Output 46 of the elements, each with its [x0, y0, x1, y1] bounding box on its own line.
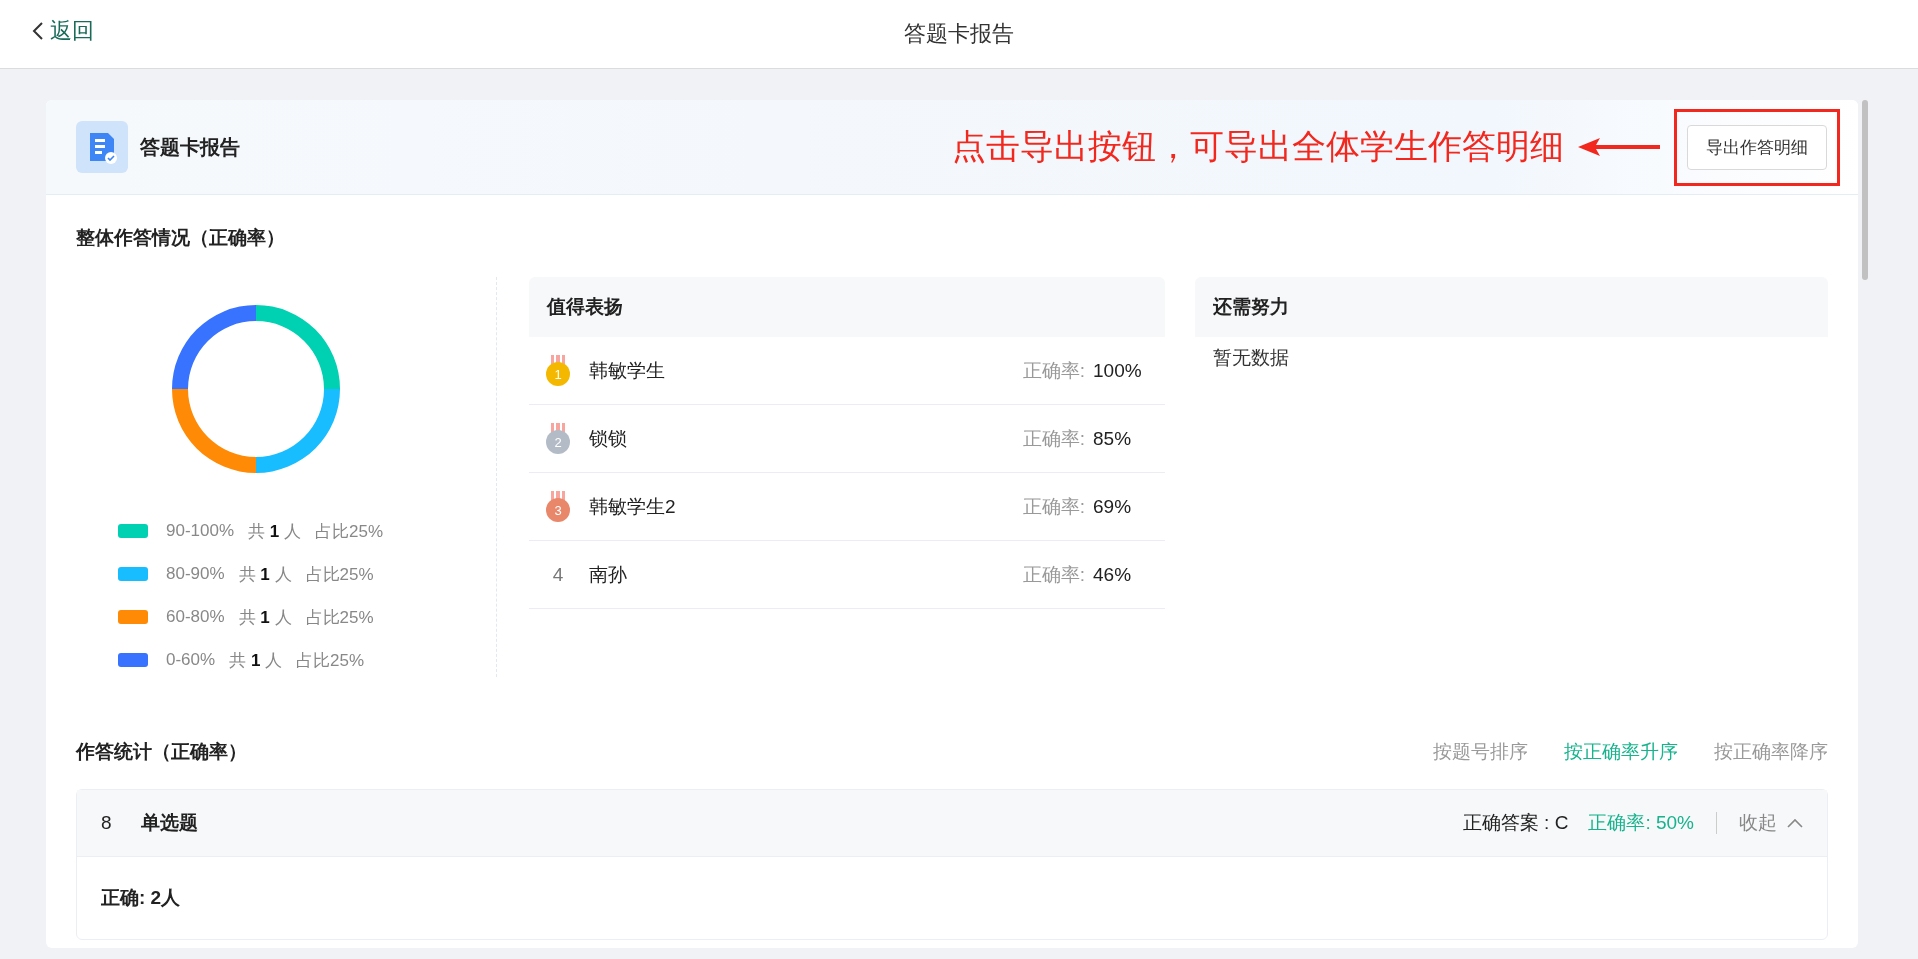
rate-label: 正确率: [1022, 358, 1085, 383]
panel-title: 还需努力 [1213, 295, 1289, 319]
rate-label: 正确率: [1022, 562, 1085, 587]
legend-range: 0-60% [166, 650, 216, 670]
rate-value: 100% [1093, 359, 1143, 382]
legend-count: 共 1 人 [238, 563, 292, 586]
legend-count: 共 1 人 [229, 649, 283, 672]
empty-text: 暂无数据 [1212, 346, 1290, 370]
export-button[interactable]: 导出作答明细 [1687, 124, 1827, 170]
legend-share: 占比25% [296, 649, 365, 672]
question-number: 8 [101, 812, 113, 834]
legend-share: 占比25% [305, 606, 374, 629]
annotation-text: 点击导出按钮，可导出全体学生作答明细 [952, 126, 1564, 167]
legend-range: 60-80% [166, 607, 225, 627]
panel-title: 值得表扬 [547, 295, 623, 319]
rate-value: 46% [1093, 563, 1133, 586]
back-link[interactable]: 返回 [32, 16, 94, 46]
question-type: 单选题 [141, 811, 198, 835]
rate-value: 69% [1093, 495, 1133, 518]
page-title: 答题卡报告 [904, 20, 1014, 48]
sort-link[interactable]: 按正确率降序 [1714, 739, 1828, 765]
correct-count: 正确: 2人 [101, 887, 181, 908]
sort-link[interactable]: 按题号排序 [1433, 739, 1528, 765]
legend-share: 占比25% [315, 520, 384, 543]
report-title: 答题卡报告 [140, 134, 240, 160]
chevron-left-icon [32, 21, 44, 41]
rate-label: 正确率: [1022, 426, 1085, 451]
sort-link[interactable]: 按正确率升序 [1564, 739, 1678, 765]
section-title: 作答统计（正确率） [76, 740, 247, 764]
document-icon [76, 121, 128, 173]
section-title: 整体作答情况（正确率） [76, 226, 286, 250]
student-name: 南孙 [589, 562, 627, 587]
correct-rate: 正确率: 50% [1588, 811, 1694, 835]
collapse-link[interactable]: 收起 [1739, 810, 1777, 836]
legend-share: 占比25% [305, 563, 374, 586]
rank-number: 4 [551, 563, 565, 586]
legend-range: 80-90% [166, 564, 225, 584]
rate-label: 正确率: [1022, 494, 1085, 519]
legend-range: 90-100% [166, 521, 235, 541]
student-name: 韩敏学生 [589, 358, 665, 383]
rate-value: 85% [1093, 427, 1133, 450]
student-name: 锁锁 [589, 426, 627, 451]
legend-count: 共 1 人 [248, 520, 301, 543]
correct-answer: 正确答案 : C [1462, 811, 1569, 835]
legend-count: 共 1 人 [238, 606, 292, 629]
student-name: 韩敏学生2 [589, 494, 676, 519]
